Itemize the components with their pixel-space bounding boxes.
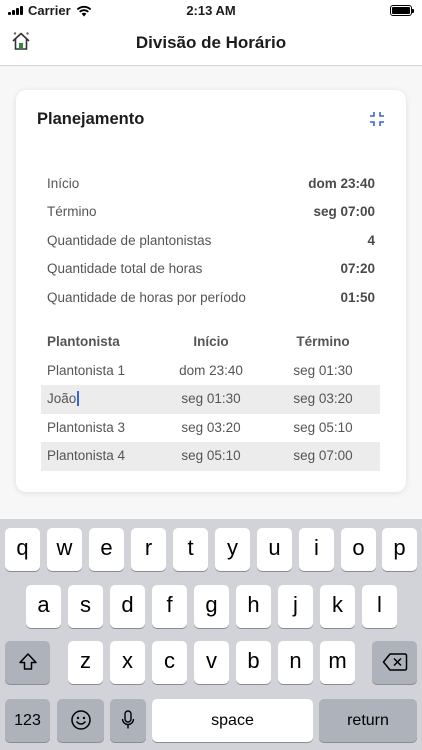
key-i[interactable]: i <box>299 528 334 571</box>
name-cell[interactable]: Plantonista 3 <box>47 420 125 435</box>
column-header: Início <box>193 334 229 349</box>
key-s[interactable]: s <box>68 585 103 628</box>
summary-value: 4 <box>367 233 375 248</box>
battery-icon <box>390 5 414 16</box>
table-row[interactable]: Plantonista 1 dom 23:40 seg 01:30 <box>41 357 380 386</box>
table-row[interactable]: Plantonista 3 seg 03:20 seg 05:10 <box>41 414 380 443</box>
summary-label: Término <box>47 204 97 219</box>
key-e[interactable]: e <box>89 528 124 571</box>
key-d[interactable]: d <box>110 585 145 628</box>
space-key[interactable]: space <box>152 699 313 742</box>
key-p[interactable]: p <box>382 528 417 571</box>
status-time: 2:13 AM <box>186 3 236 18</box>
emoji-key[interactable] <box>57 699 104 742</box>
microphone-key[interactable] <box>110 699 146 742</box>
key-o[interactable]: o <box>341 528 376 571</box>
key-u[interactable]: u <box>257 528 292 571</box>
summary-value: 01:50 <box>340 290 375 305</box>
end-cell: seg 01:30 <box>293 362 353 378</box>
emoji-icon <box>70 710 91 730</box>
end-cell: seg 05:10 <box>293 419 353 435</box>
summary-label: Quantidade total de horas <box>47 261 203 276</box>
start-cell: seg 03:20 <box>181 419 241 435</box>
key-k[interactable]: k <box>320 585 355 628</box>
key-m[interactable]: m <box>320 641 355 684</box>
summary-row-end: Término seg 07:00 <box>47 204 375 224</box>
key-t[interactable]: t <box>173 528 208 571</box>
summary-label: Quantidade de horas por período <box>47 290 246 305</box>
column-header: Plantonista <box>47 334 120 349</box>
key-j[interactable]: j <box>278 585 313 628</box>
shift-key[interactable] <box>5 641 50 684</box>
collapse-icon[interactable] <box>369 111 385 127</box>
summary-value: dom 23:40 <box>308 176 375 191</box>
microphone-icon <box>121 710 135 729</box>
shift-table: Plantonista Início Término Plantonista 1… <box>41 328 380 471</box>
return-key[interactable]: return <box>319 699 417 742</box>
text-cursor <box>77 391 80 406</box>
key-w[interactable]: w <box>47 528 82 571</box>
status-bar: Carrier 2:13 AM <box>0 0 422 22</box>
key-n[interactable]: n <box>278 641 313 684</box>
column-header: Término <box>296 334 350 349</box>
key-b[interactable]: b <box>236 641 271 684</box>
key-l[interactable]: l <box>362 585 397 628</box>
start-cell: seg 01:30 <box>181 391 241 406</box>
keyboard: q w e r t y u i o p a s d f g h j k l z … <box>0 519 422 750</box>
key-f[interactable]: f <box>152 585 187 628</box>
key-c[interactable]: c <box>152 641 187 684</box>
start-cell: seg 05:10 <box>181 448 241 463</box>
key-h[interactable]: h <box>236 585 271 628</box>
end-cell: seg 03:20 <box>293 391 353 406</box>
name-cell[interactable]: Plantonista 4 <box>47 448 125 463</box>
start-cell: dom 23:40 <box>179 362 243 378</box>
name-input[interactable]: João <box>47 391 80 406</box>
key-g[interactable]: g <box>194 585 229 628</box>
table-row[interactable]: João seg 01:30 seg 03:20 <box>41 385 380 414</box>
numbers-key[interactable]: 123 <box>5 699 50 742</box>
summary-label: Quantidade de plantonistas <box>47 233 212 248</box>
key-v[interactable]: v <box>194 641 229 684</box>
planning-card: Planejamento Início dom 23:40 Término se… <box>16 90 406 492</box>
summary-row-total-hours: Quantidade total de horas 07:20 <box>47 261 375 281</box>
summary-value: 07:20 <box>340 261 375 276</box>
key-z[interactable]: z <box>68 641 103 684</box>
key-x[interactable]: x <box>110 641 145 684</box>
key-y[interactable]: y <box>215 528 250 571</box>
summary-label: Início <box>47 176 80 191</box>
summary-row-start: Início dom 23:40 <box>47 176 375 196</box>
summary-value: seg 07:00 <box>313 204 375 219</box>
end-cell: seg 07:00 <box>293 448 353 463</box>
summary-row-period-hours: Quantidade de horas por período 01:50 <box>47 290 375 310</box>
summary-row-count: Quantidade de plantonistas 4 <box>47 233 375 253</box>
shift-icon <box>18 653 37 670</box>
table-header: Plantonista Início Término <box>41 328 380 357</box>
delete-key[interactable] <box>372 641 417 684</box>
navigation-bar: Divisão de Horário <box>0 22 422 66</box>
card-title: Planejamento <box>37 110 145 128</box>
table-row[interactable]: Plantonista 4 seg 05:10 seg 07:00 <box>41 442 380 471</box>
delete-icon <box>382 653 407 671</box>
key-r[interactable]: r <box>131 528 166 571</box>
name-input-value: João <box>47 391 77 406</box>
page-title: Divisão de Horário <box>135 33 287 52</box>
key-q[interactable]: q <box>5 528 40 571</box>
name-cell[interactable]: Plantonista 1 <box>47 363 125 378</box>
key-a[interactable]: a <box>26 585 61 628</box>
